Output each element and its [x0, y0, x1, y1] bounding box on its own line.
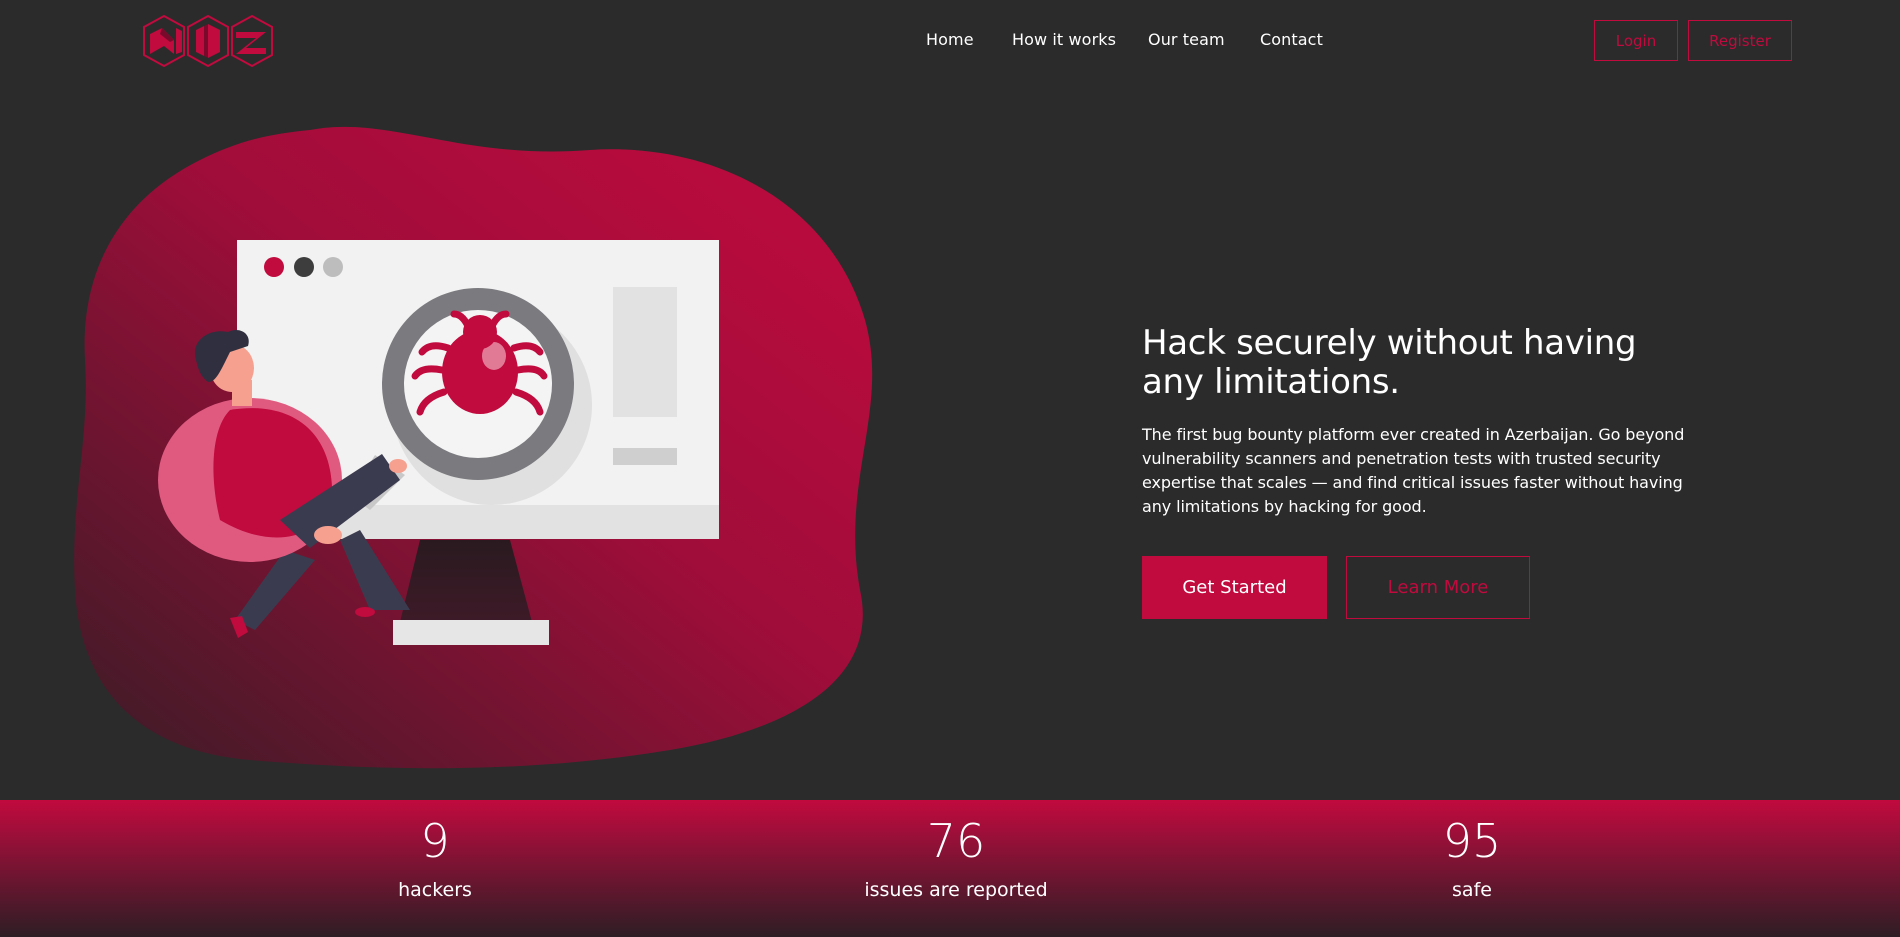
register-button[interactable]: Register — [1688, 20, 1792, 61]
learn-more-button[interactable]: Learn More — [1346, 556, 1530, 619]
stat-label: issues are reported — [864, 879, 1048, 901]
hero-illustration — [70, 120, 890, 800]
hero-title: Hack securely without having any limitat… — [1142, 323, 1637, 402]
nav-home-link[interactable]: Home — [926, 30, 974, 49]
stat-label: hackers — [398, 879, 472, 901]
site-logo[interactable] — [142, 12, 274, 70]
monitor-neck — [400, 540, 532, 622]
get-started-button[interactable]: Get Started — [1142, 556, 1327, 619]
nav-our-team-link[interactable]: Our team — [1148, 30, 1225, 49]
monitor-base — [393, 620, 549, 645]
bug-search-illustration — [74, 126, 873, 769]
hexagon-logo-icon — [143, 14, 273, 68]
stat-value: 9 — [420, 814, 450, 868]
hero-description: The first bug bounty platform ever creat… — [1142, 425, 1685, 516]
window-dot-grey — [323, 257, 343, 277]
exclamation-bar — [613, 287, 677, 417]
window-dot-dark — [294, 257, 314, 277]
login-button[interactable]: Login — [1594, 20, 1678, 61]
stat-safe: 95 safe — [1322, 800, 1622, 902]
window-dot-red — [264, 257, 284, 277]
nav-how-it-works-link[interactable]: How it works — [1012, 30, 1116, 49]
stat-label: safe — [1452, 879, 1492, 901]
stats-band: 9 hackers 76 issues are reported 95 safe — [0, 800, 1900, 937]
stat-issues: 76 issues are reported — [806, 800, 1106, 902]
nav-contact-link[interactable]: Contact — [1260, 30, 1323, 49]
stat-value: 95 — [1442, 814, 1502, 868]
exclamation-dot — [613, 448, 677, 465]
stat-hackers: 9 hackers — [285, 800, 585, 902]
stat-value: 76 — [926, 814, 986, 868]
